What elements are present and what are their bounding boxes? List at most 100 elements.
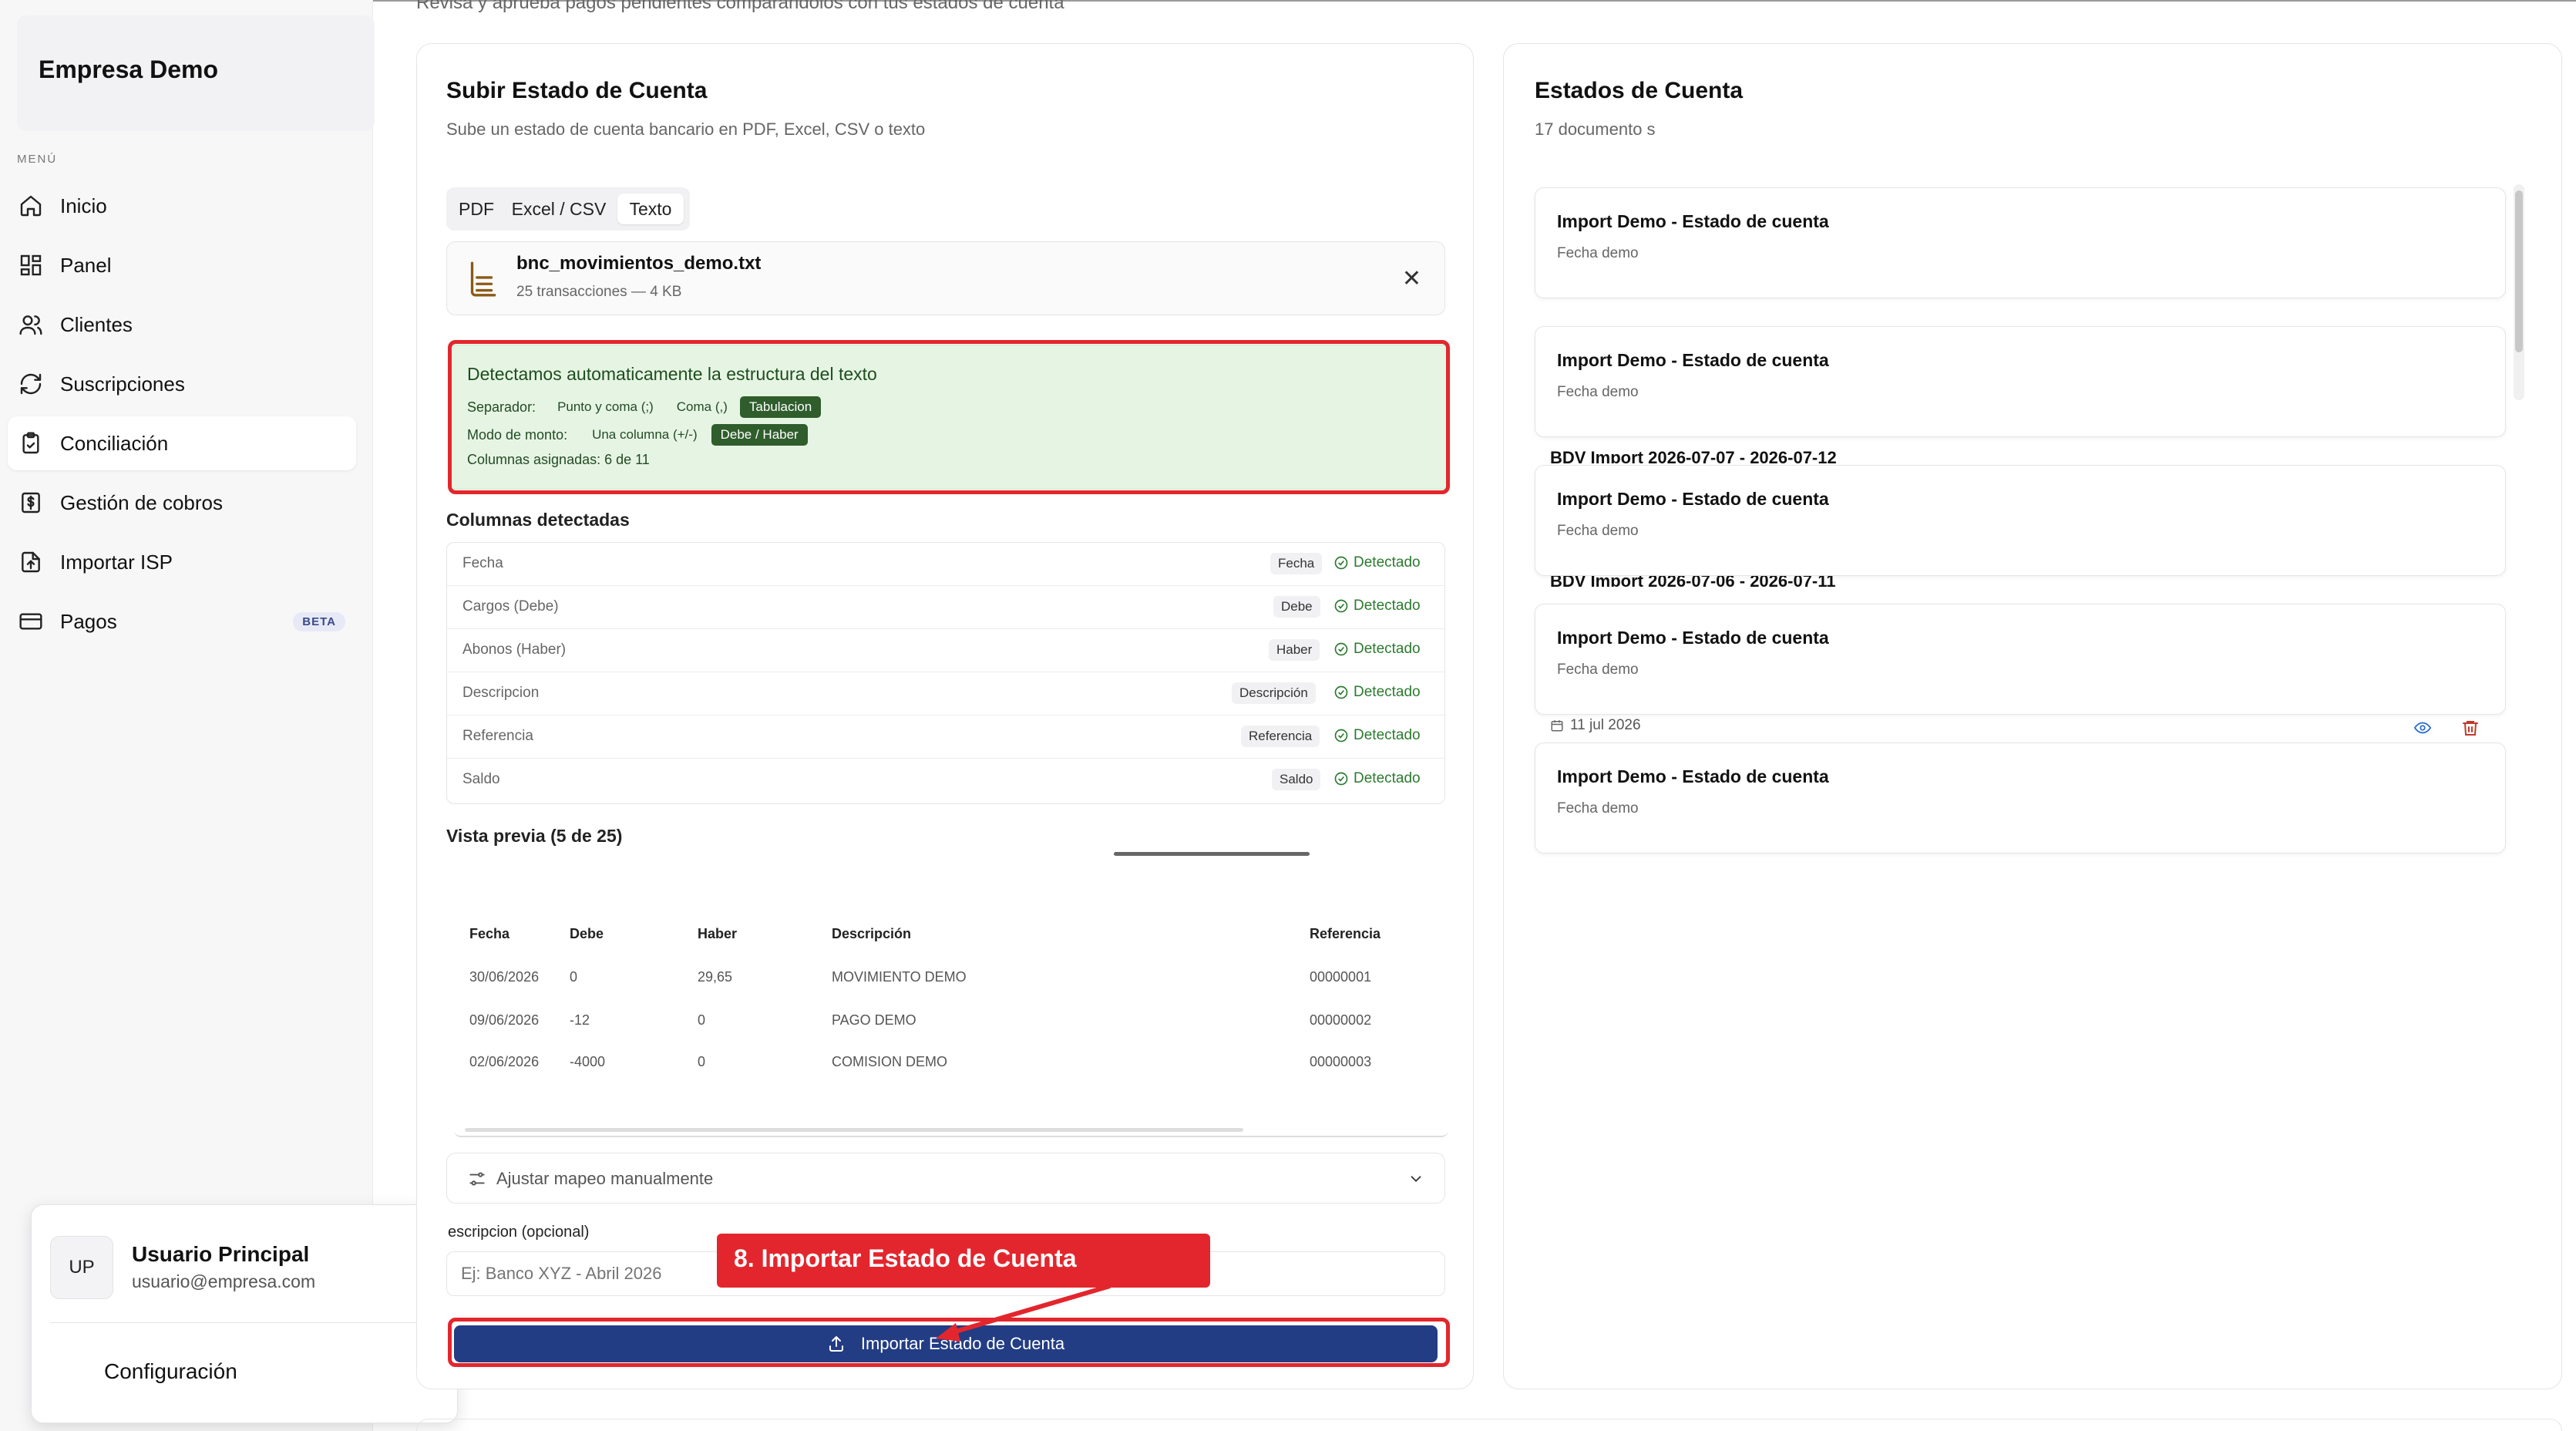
sidebar-item-label: Inicio	[60, 194, 107, 217]
table-header: Debe	[570, 926, 604, 941]
statement-title: Import Demo - Estado de cuenta	[1557, 628, 1829, 648]
column-tag[interactable]: Referencia	[1241, 726, 1320, 747]
table-cell: 02/06/2026	[469, 1054, 540, 1069]
sidebar-item-label: Pagos	[60, 609, 117, 633]
statements-card: Estados de Cuenta 17 documento s BDV Imp…	[1503, 43, 2562, 1389]
top-border	[0, 0, 2576, 2]
sidebar-item-conciliacion[interactable]: Conciliación	[8, 416, 356, 470]
sidebar-item-label: Gestión de cobros	[60, 490, 224, 514]
table-header: Descripción	[832, 926, 912, 941]
tab-pdf[interactable]: PDF	[452, 194, 500, 224]
status-badge: Detectado	[1333, 770, 1421, 787]
sidebar-item-panel[interactable]: Panel	[8, 238, 356, 292]
table-cell: 00000003	[1310, 1054, 1372, 1069]
settings-menu-item[interactable]: Configuración	[104, 1359, 237, 1384]
statement-item[interactable]: Import Demo - Estado de cuenta Fecha dem…	[1535, 742, 2506, 854]
sidebar-item-label: Panel	[60, 253, 112, 277]
highlight-box	[448, 1318, 1450, 1367]
format-tabs: PDF Excel / CSV Texto	[446, 187, 690, 231]
column-tag[interactable]: Fecha	[1270, 553, 1323, 574]
table-cell: 09/06/2026	[469, 1012, 540, 1028]
statement-subtitle: Fecha demo	[1557, 384, 1639, 400]
table-cell: 00000002	[1310, 1012, 1372, 1028]
tab-excel-csv[interactable]: Excel / CSV	[505, 194, 613, 224]
statement-item[interactable]: Import Demo - Estado de cuenta Fecha dem…	[1535, 187, 2506, 298]
table-cell: 30/06/2026	[469, 969, 540, 985]
check-circle-icon	[1334, 642, 1348, 656]
table-cell: -4000	[570, 1054, 606, 1069]
avatar[interactable]: UP	[50, 1236, 113, 1299]
table-cell: PAGO DEMO	[832, 1012, 916, 1028]
status-label: Detectado	[1354, 727, 1421, 743]
home-icon	[20, 195, 42, 217]
user-menu-popover: UP Usuario Principal usuario@empresa.com…	[31, 1204, 458, 1423]
column-tag[interactable]: Debe	[1273, 596, 1320, 618]
table-cell: COMISION DEMO	[832, 1054, 948, 1069]
trash-icon[interactable]	[2461, 718, 2480, 738]
preview-scroll-indicator[interactable]	[1114, 852, 1310, 856]
horizontal-scrollbar[interactable]	[454, 1123, 1448, 1137]
check-circle-icon	[1334, 729, 1348, 742]
sidebar-item-label: Importar ISP	[60, 550, 173, 574]
refresh-icon	[20, 373, 42, 395]
sidebar-item-label: Conciliación	[60, 431, 169, 455]
sidebar-item-label: Suscripciones	[60, 372, 185, 396]
sidebar-item-label: Clientes	[60, 312, 133, 336]
check-circle-icon	[1334, 556, 1348, 570]
statement-title: Import Demo - Estado de cuenta	[1557, 766, 1829, 786]
sidebar-item-pagos[interactable]: Pagos BETA	[8, 594, 356, 648]
column-tag[interactable]: Saldo	[1272, 769, 1321, 790]
status-label: Detectado	[1354, 598, 1421, 614]
manual-mapping-label: Ajustar mapeo manualmente	[496, 1169, 714, 1188]
sidebar-item-inicio[interactable]: Inicio	[8, 179, 356, 233]
preview-title: Vista previa (5 de 25)	[446, 826, 623, 846]
table-cell: 0	[570, 969, 578, 985]
check-circle-icon	[1334, 772, 1348, 786]
table-cell: 0	[698, 1054, 706, 1069]
statement-item[interactable]: Import Demo - Estado de cuenta Fecha dem…	[1535, 604, 2506, 715]
sidebar-item-importar-isp[interactable]: Importar ISP	[8, 535, 356, 589]
manual-mapping-toggle[interactable]: Ajustar mapeo manualmente	[446, 1153, 1445, 1204]
scrollbar-thumb[interactable]	[465, 1128, 1243, 1132]
vertical-scrollbar[interactable]	[2514, 184, 2524, 400]
page-subtitle: Revisa y aprueba pagos pendientes compar…	[416, 0, 1064, 13]
scrollbar-thumb[interactable]	[2515, 190, 2523, 352]
statement-item[interactable]: Import Demo - Estado de cuenta Fecha dem…	[1535, 326, 2506, 437]
brand-header: Empresa Demo	[17, 15, 375, 131]
column-name: Saldo	[462, 771, 500, 787]
brand-name: Empresa Demo	[39, 56, 218, 83]
tab-texto[interactable]: Texto	[617, 194, 684, 224]
column-tag[interactable]: Haber	[1269, 639, 1320, 661]
statement-item[interactable]: Import Demo - Estado de cuenta Fecha dem…	[1535, 465, 2506, 576]
card-title: Estados de Cuenta	[1535, 78, 1744, 103]
card-subtitle: Sube un estado de cuenta bancario en PDF…	[446, 120, 926, 139]
sidebar-item-suscripciones[interactable]: Suscripciones	[8, 357, 356, 411]
statement-title: Import Demo - Estado de cuenta	[1557, 350, 1829, 370]
statement-title: Import Demo - Estado de cuenta	[1557, 489, 1829, 509]
close-icon[interactable]: ✕	[1402, 265, 1421, 292]
column-name: Descripcion	[462, 685, 540, 701]
users-icon	[19, 315, 42, 335]
list-item: Abonos (Haber) Haber Detectado	[447, 629, 1444, 672]
calendar-icon	[1551, 720, 1563, 732]
status-label: Detectado	[1354, 684, 1421, 700]
date-label: 11 jul 2026	[1570, 717, 1641, 733]
menu-section-label: MENÚ	[17, 153, 58, 166]
detected-columns-list: Fecha Fecha Detectado Cargos (Debe) Debe…	[446, 542, 1445, 804]
file-meta: 25 transacciones — 4 KB	[516, 284, 682, 300]
user-email: usuario@empresa.com	[132, 1271, 316, 1291]
column-tag[interactable]: Descripción	[1232, 682, 1316, 704]
sidebar-item-clientes[interactable]: Clientes	[8, 298, 356, 352]
next-card-edge	[416, 1419, 2562, 1431]
status-badge: Detectado	[1333, 727, 1421, 744]
table-header: Haber	[698, 926, 738, 941]
eye-icon[interactable]	[2412, 719, 2433, 736]
selected-file: bnc_movimientos_demo.txt 25 transaccione…	[446, 241, 1445, 315]
clipboard-check-icon	[22, 432, 39, 454]
columns-section-title: Columnas detectadas	[446, 510, 630, 530]
card-title: Subir Estado de Cuenta	[446, 78, 708, 103]
list-item: Descripcion Descripción Detectado	[447, 672, 1444, 716]
table-cell: 0	[698, 1012, 706, 1028]
dashboard-icon	[20, 254, 42, 276]
sidebar-item-gestion-cobros[interactable]: Gestión de cobros	[8, 476, 356, 530]
